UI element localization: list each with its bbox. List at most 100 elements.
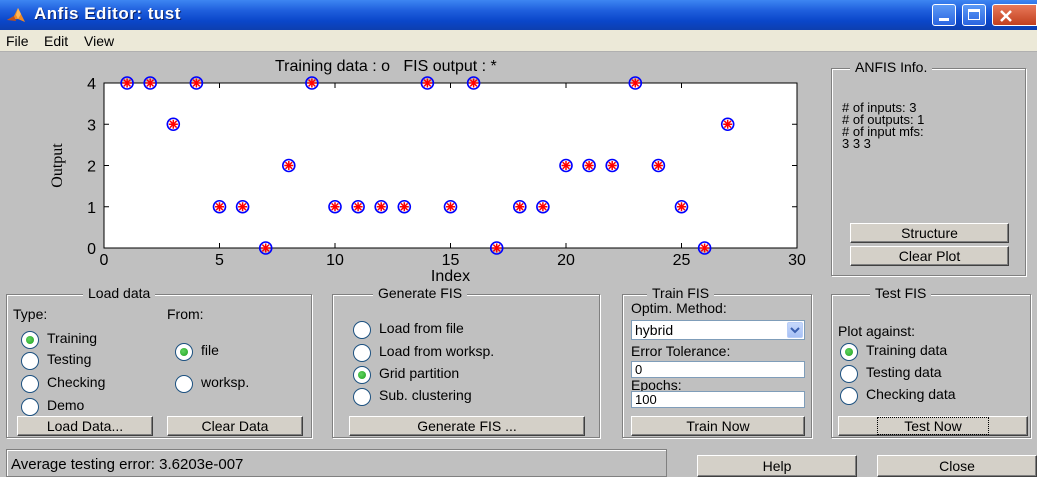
radio-training-data-label: Training data: [866, 342, 948, 358]
dropdown-button[interactable]: [787, 322, 803, 338]
radio-file[interactable]: [175, 343, 193, 361]
fis-output-point: [399, 202, 409, 212]
fis-output-point: [422, 78, 432, 88]
load-data-button[interactable]: Load Data...: [17, 416, 153, 436]
radio-checking-label: Checking: [47, 374, 106, 390]
radio-testing-data-label: Testing data: [866, 364, 942, 380]
fis-output-point: [677, 202, 686, 212]
fis-output-point: [122, 78, 132, 88]
radio-load-from-file-label: Load from file: [379, 320, 464, 336]
from-label: From:: [167, 306, 204, 322]
radio-testing-data[interactable]: [840, 365, 858, 383]
generate-fis-title: Generate FIS: [373, 285, 468, 301]
help-button[interactable]: Help: [697, 455, 857, 477]
fis-output-point: [446, 202, 455, 212]
status-bar: Average testing error: 3.6203e-007: [6, 449, 667, 477]
radio-file-label: file: [201, 342, 219, 358]
train-fis-panel: Train FIS Optim. Method: hybrid Error To…: [622, 285, 812, 438]
radio-load-from-workspace[interactable]: [353, 344, 371, 362]
minimize-button[interactable]: [932, 4, 956, 26]
y-tick-label: 4: [87, 76, 96, 93]
title-bar[interactable]: Anfis Editor: tust: [0, 0, 1037, 30]
y-tick-label: 2: [87, 159, 96, 176]
fis-output-point: [168, 119, 178, 129]
fis-output-point: [307, 78, 317, 88]
radio-demo-label: Demo: [47, 397, 85, 413]
menu-view[interactable]: View: [84, 33, 114, 49]
fis-output-point: [284, 161, 294, 170]
fis-output-point: [584, 161, 594, 170]
radio-testing[interactable]: [21, 352, 39, 370]
train-now-button[interactable]: Train Now: [631, 416, 805, 436]
fis-output-point: [376, 202, 386, 212]
radio-testing-label: Testing: [47, 351, 92, 367]
generate-fis-button[interactable]: Generate FIS ...: [349, 416, 585, 436]
error-tolerance-input[interactable]: 0: [631, 361, 805, 378]
maximize-icon: [968, 9, 980, 20]
radio-grid-partition[interactable]: [353, 366, 371, 384]
fis-output-point: [215, 202, 224, 212]
close-icon: [1000, 10, 1012, 22]
radio-workspace-label: worksp.: [201, 374, 250, 390]
test-now-button[interactable]: Test Now: [838, 416, 1028, 436]
radio-training-label: Training: [47, 330, 98, 346]
x-tick-label: 0: [100, 252, 109, 269]
test-fis-panel: Test FIS Plot against: Training data Tes…: [831, 285, 1031, 438]
y-axis-label: Output: [49, 143, 66, 188]
radio-training-data[interactable]: [840, 343, 858, 361]
radio-load-from-file[interactable]: [353, 321, 371, 339]
radio-selected-dot: [180, 348, 188, 356]
radio-grid-partition-label: Grid partition: [379, 365, 460, 381]
fis-output-point: [261, 243, 271, 253]
x-tick-label: 15: [442, 252, 460, 269]
radio-selected-dot: [845, 348, 853, 356]
clear-data-button[interactable]: Clear Data: [167, 416, 303, 436]
maximize-button[interactable]: [962, 4, 986, 26]
load-data-panel: Load data Type: From: Training Testing C…: [6, 285, 312, 438]
window-title: Anfis Editor: tust: [34, 4, 181, 23]
y-tick-label: 1: [87, 200, 96, 217]
clear-plot-button[interactable]: Clear Plot: [850, 246, 1009, 266]
radio-workspace[interactable]: [175, 375, 193, 393]
fis-output-point: [723, 119, 733, 129]
radio-training[interactable]: [21, 331, 39, 349]
radio-sub-clustering[interactable]: [353, 388, 371, 406]
radio-sub-clustering-label: Sub. clustering: [379, 387, 472, 403]
radio-demo[interactable]: [21, 398, 39, 416]
test-fis-title: Test FIS: [870, 285, 932, 301]
fis-output-point: [515, 202, 525, 212]
radio-load-from-workspace-label: Load from worksp.: [379, 343, 495, 359]
radio-selected-dot: [358, 371, 366, 379]
close-button[interactable]: Close: [877, 455, 1037, 477]
anfis-info-panel: ANFIS Info. # of inputs: 3 # of outputs:…: [831, 59, 1026, 276]
info-mf-counts: 3 3 3: [842, 136, 871, 151]
optim-method-value: hybrid: [635, 322, 674, 338]
chevron-down-icon: [790, 327, 800, 334]
test-now-label: Test Now: [877, 417, 989, 435]
scatter-plot: 0 5 10 15 20 25 30 0 1 2 3 4 Index Output: [49, 76, 806, 284]
close-window-button[interactable]: [992, 4, 1037, 26]
y-tick-label: 0: [87, 241, 96, 258]
optim-method-select[interactable]: hybrid: [631, 320, 805, 340]
matlab-logo-icon: [7, 8, 25, 22]
type-label: Type:: [13, 306, 48, 322]
structure-button[interactable]: Structure: [850, 223, 1009, 243]
train-fis-title: Train FIS: [647, 285, 715, 301]
menu-bar: File Edit View: [0, 30, 1037, 52]
fis-output-point: [538, 202, 548, 212]
x-tick-label: 25: [673, 252, 691, 269]
epochs-input[interactable]: 100: [631, 391, 805, 408]
x-tick-label: 30: [788, 252, 806, 269]
fis-output-point: [630, 78, 640, 88]
load-data-title: Load data: [83, 285, 156, 301]
optim-method-label: Optim. Method:: [631, 300, 727, 316]
x-tick-label: 10: [326, 252, 344, 269]
menu-edit[interactable]: Edit: [44, 33, 68, 49]
status-text: Average testing error: 3.6203e-007: [11, 456, 244, 473]
x-axis-label: Index: [431, 268, 470, 284]
menu-file[interactable]: File: [6, 33, 29, 49]
radio-checking-data[interactable]: [840, 387, 858, 405]
radio-checking-data-label: Checking data: [866, 386, 956, 402]
y-tick-label: 3: [87, 117, 96, 134]
radio-checking[interactable]: [21, 375, 39, 393]
